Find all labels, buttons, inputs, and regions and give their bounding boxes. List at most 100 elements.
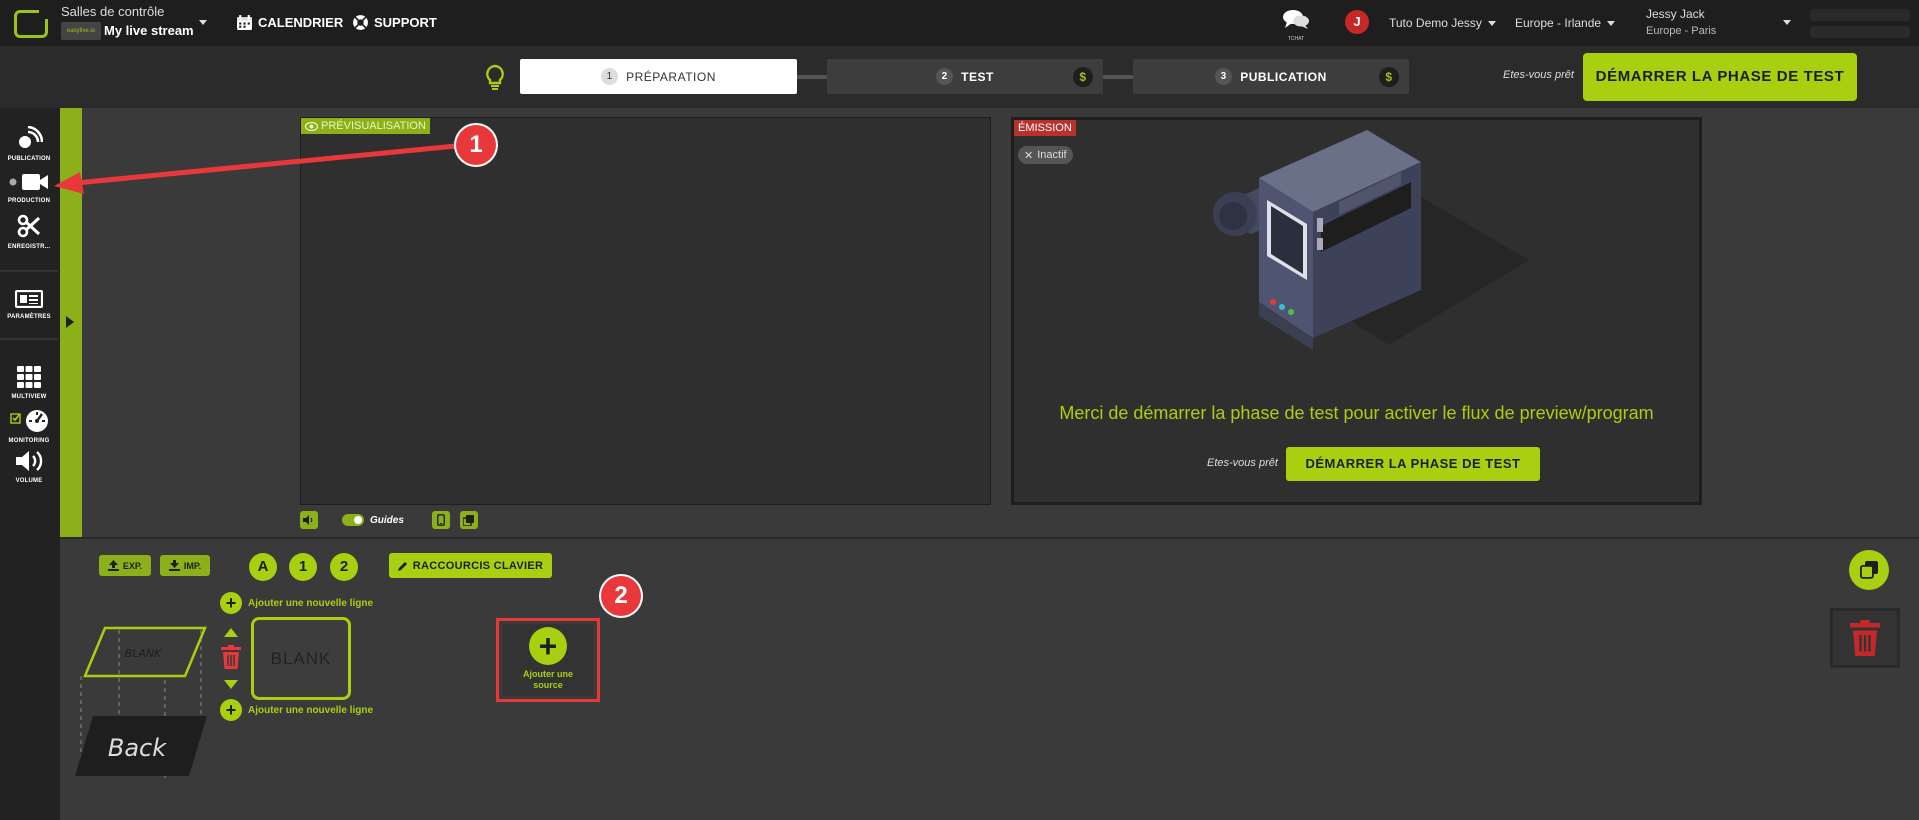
layer-2-button[interactable]: 2 (330, 553, 358, 581)
step-connector (797, 75, 827, 79)
account-dropdown[interactable]: Tuto Demo Jessy (1389, 16, 1496, 30)
user-name[interactable]: Jessy Jack (1646, 7, 1705, 21)
sidebar-item-monitoring[interactable]: MONITORING (0, 408, 58, 444)
app-root: Salles de contrôle easylive.io My live s… (0, 0, 1919, 820)
add-line-label: Ajouter une nouvelle ligne (248, 597, 374, 609)
room-title: Salles de contrôle (61, 4, 165, 19)
start-test-button[interactable]: DÉMARRER LA PHASE DE TEST (1286, 447, 1540, 481)
trash-icon (1850, 620, 1880, 656)
stage-layers[interactable]: Back BLANK (75, 590, 215, 780)
chevron-down-icon[interactable] (1783, 20, 1791, 25)
video-camera-icon (9, 174, 48, 190)
source-card-blank[interactable]: BLANK (251, 617, 351, 700)
copy-scene-button[interactable] (1849, 550, 1889, 590)
pencil-icon (397, 561, 407, 571)
avatar[interactable]: J (1345, 10, 1369, 34)
step-connector (1103, 75, 1133, 79)
mobile-view-button[interactable] (431, 511, 450, 529)
chat-button[interactable]: TCHAT (1281, 8, 1311, 42)
move-up-icon[interactable] (224, 628, 238, 637)
stage-back-label: Back (108, 734, 167, 762)
sidebar-label: PARAMÈTRES (7, 314, 51, 320)
plus-icon: + (220, 699, 242, 721)
sidebar-item-multiview[interactable]: MULTIVIEW (0, 366, 58, 400)
sidebar-label: PRODUCTION (7, 198, 51, 204)
download-icon (168, 560, 180, 571)
sidebar-label: VOLUME (15, 478, 43, 484)
sidebar-item-recording[interactable]: ENREGISTR... (0, 214, 58, 250)
preview-audio-button[interactable] (300, 511, 318, 529)
chat-bubbles-icon (1283, 10, 1309, 29)
gauge-icon (10, 410, 48, 432)
plus-icon: + (529, 627, 567, 665)
brand-badge: easylive.io (61, 22, 101, 40)
sidebar-divider (0, 338, 58, 340)
status-label: Inactif (1037, 149, 1067, 161)
calendar-link[interactable]: CALENDRIER (236, 14, 343, 31)
region-dropdown[interactable]: Europe - Irlande (1515, 16, 1616, 30)
dollar-icon: $ (1073, 67, 1093, 87)
stream-selector[interactable]: My live stream (104, 23, 194, 38)
step-preparation[interactable]: 1 PRÉPARATION (520, 59, 797, 94)
step-publication[interactable]: 3 PUBLICATION $ (1133, 59, 1409, 94)
keyboard-shortcuts-button[interactable]: RACCOURCIS CLAVIER (389, 553, 552, 578)
start-test-button[interactable]: DÉMARRER LA PHASE DE TEST (1583, 53, 1857, 101)
export-label: EXP. (122, 560, 143, 571)
add-line-label: Ajouter une nouvelle ligne (248, 704, 374, 716)
chevron-right-icon[interactable] (66, 316, 74, 328)
support-link[interactable]: SUPPORT (352, 14, 437, 31)
move-down-icon[interactable] (224, 680, 238, 689)
sidebar-label: MULTIVIEW (11, 394, 47, 400)
copy-preview-button[interactable] (459, 511, 478, 529)
keyboard-shortcuts-label: RACCOURCIS CLAVIER (412, 559, 544, 572)
scissors-icon (17, 214, 41, 238)
top-bar: Salles de contrôle easylive.io My live s… (0, 0, 1919, 46)
region-label: Europe - Irlande (1515, 16, 1602, 30)
settings-panel-icon (14, 289, 44, 309)
annotation-arrow (54, 143, 457, 194)
upload-icon (107, 560, 119, 571)
trash-icon[interactable] (221, 645, 241, 669)
step-label: PRÉPARATION (626, 69, 716, 84)
copy-icon (1860, 561, 1878, 579)
annotation-badge-1: 1 (456, 125, 496, 165)
blurred-info (1810, 26, 1910, 38)
step-number: 2 (936, 68, 954, 85)
add-source-button[interactable]: + Ajouter une source (496, 618, 600, 702)
ready-question: Etes-vous prêt (1503, 69, 1574, 81)
step-label: PUBLICATION (1240, 69, 1327, 84)
grid-icon (17, 366, 41, 388)
emission-tag: ÉMISSION (1014, 120, 1076, 136)
sidebar-item-publication[interactable]: PUBLICATION (0, 125, 58, 162)
guides-toggle[interactable] (342, 514, 364, 526)
user-timezone: Europe - Paris (1646, 25, 1717, 37)
sidebar-item-volume[interactable]: VOLUME (0, 450, 58, 484)
layer-a-button[interactable]: A (249, 553, 277, 581)
calendar-label: CALENDRIER (258, 15, 344, 30)
step-number: 3 (1215, 68, 1233, 85)
delete-drop-zone[interactable] (1830, 608, 1900, 668)
chevron-down-icon[interactable] (199, 20, 207, 25)
preview-tag: PRÉVISUALISATION (301, 118, 430, 134)
logo-icon[interactable] (14, 9, 49, 38)
section-divider (60, 537, 1919, 539)
preview-toolbar: Guides (300, 511, 478, 529)
add-line-below-button[interactable]: + Ajouter une nouvelle ligne (220, 699, 373, 721)
add-line-above-button[interactable]: + Ajouter une nouvelle ligne (220, 592, 373, 614)
sidebar-item-production[interactable]: PRODUCTION (0, 172, 58, 204)
speaker-icon (303, 515, 313, 525)
stage-layers-illustration: Back BLANK (75, 626, 207, 778)
export-button[interactable]: EXP. (99, 555, 151, 576)
step-test[interactable]: 2 TEST $ (827, 59, 1103, 94)
lightbulb-icon[interactable] (484, 64, 506, 90)
sidebar-item-settings[interactable]: PARAMÈTRES (0, 289, 58, 320)
broadcast-icon (19, 125, 44, 148)
status-badge: ✕ Inactif (1018, 146, 1073, 164)
chevron-down-icon (1487, 20, 1496, 26)
guides-label: Guides (370, 514, 404, 526)
step-number: 1 (601, 68, 619, 85)
layer-1-button[interactable]: 1 (289, 553, 317, 581)
lifebuoy-icon (353, 15, 368, 30)
annotation-badge-2: 2 (601, 576, 641, 616)
import-button[interactable]: IMP. (160, 555, 210, 576)
